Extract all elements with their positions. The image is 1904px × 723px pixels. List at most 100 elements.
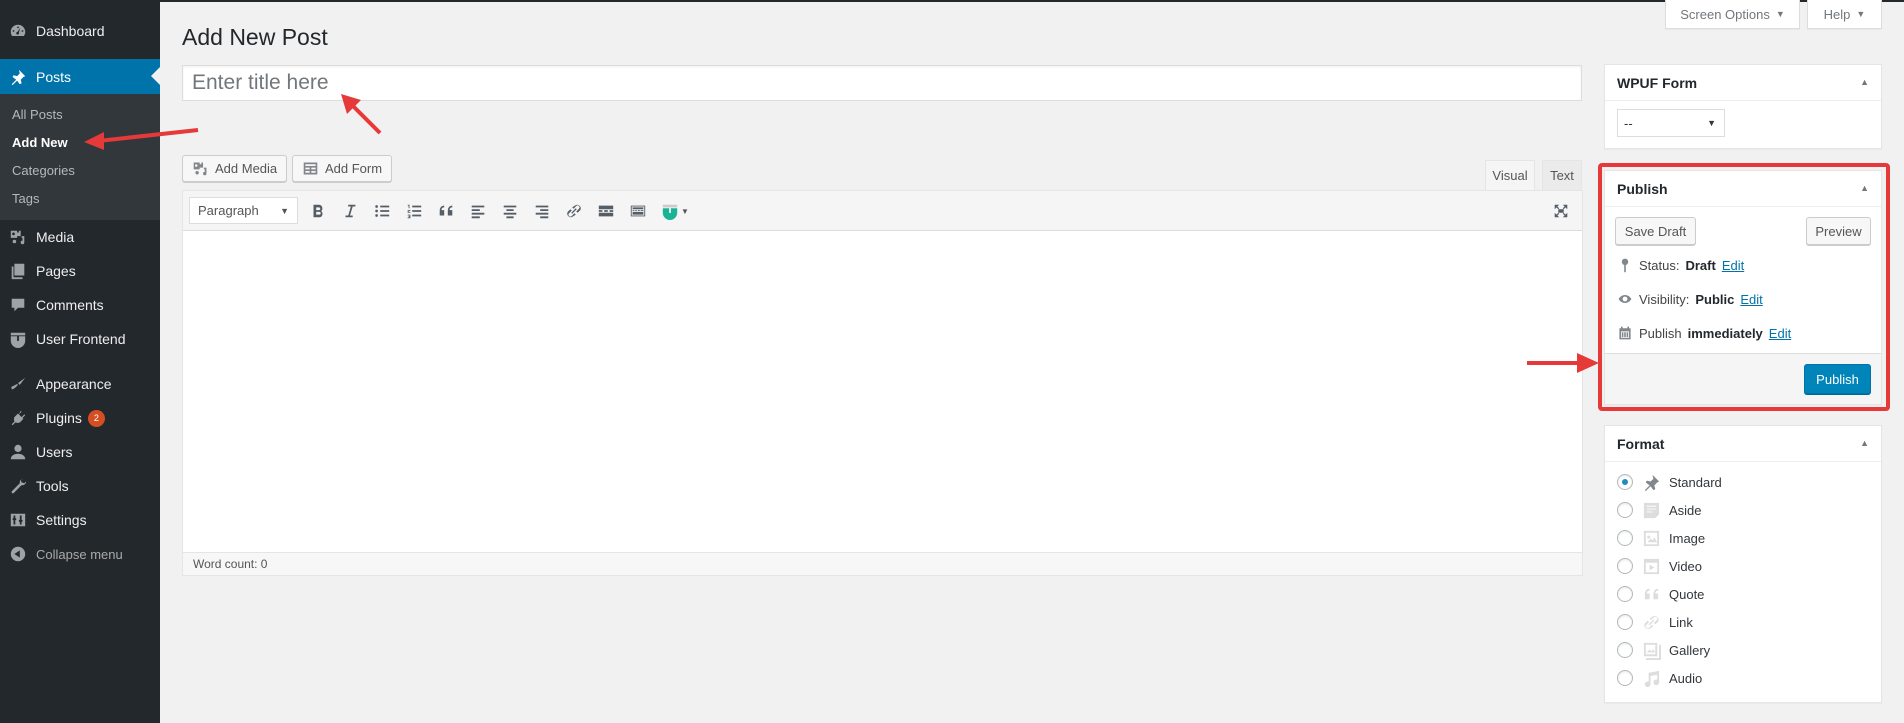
edit-status-link[interactable]: Edit [1722, 258, 1744, 273]
format-option-label: Image [1669, 530, 1706, 546]
radio-gallery[interactable] [1617, 642, 1633, 658]
radio-standard[interactable] [1617, 474, 1633, 490]
align-left-button[interactable] [465, 199, 491, 223]
radio-audio[interactable] [1617, 670, 1633, 686]
tab-visual[interactable]: Visual [1485, 160, 1535, 190]
add-media-button[interactable]: Add Media [182, 155, 288, 182]
submenu-add-new[interactable]: Add New [12, 135, 68, 150]
submenu-tags[interactable]: Tags [12, 191, 39, 206]
post-title-input[interactable] [182, 65, 1582, 101]
sidebar-item-label: Tools [36, 478, 69, 494]
format-option-aside[interactable]: Aside [1617, 500, 1702, 520]
format-option-label: Audio [1669, 670, 1703, 686]
radio-aside[interactable] [1617, 502, 1633, 518]
collapse-menu-button[interactable]: Collapse menu [0, 537, 160, 571]
publish-time-value: immediately [1687, 325, 1763, 341]
pin-icon [0, 68, 36, 86]
editor-content-area[interactable] [183, 231, 1582, 553]
format-option-standard[interactable]: Standard [1617, 472, 1722, 492]
wpuf-form-box-header[interactable]: WPUF Form ▲ [1605, 65, 1881, 101]
fullscreen-button[interactable] [1548, 199, 1574, 223]
sidebar-item-dashboard[interactable]: Dashboard [0, 14, 160, 48]
sidebar-item-settings[interactable]: Settings [0, 503, 160, 537]
collapse-toggle-icon[interactable]: ▲ [1860, 183, 1869, 193]
preview-button[interactable]: Preview [1806, 217, 1871, 245]
align-center-button[interactable] [497, 199, 523, 223]
editor-statusbar: Word count: 0 [183, 552, 1582, 575]
numbered-list-icon [407, 204, 422, 219]
link-icon [567, 204, 581, 218]
submenu-categories[interactable]: Categories [12, 163, 75, 178]
sidebar-item-tools[interactable]: Tools [0, 469, 160, 503]
pages-icon [0, 262, 36, 280]
bulleted-list-icon [375, 205, 390, 217]
radio-video[interactable] [1617, 558, 1633, 574]
sidebar-item-comments[interactable]: Comments [0, 288, 160, 322]
format-box-title: Format [1617, 435, 1665, 452]
read-more-icon [598, 205, 614, 217]
align-right-button[interactable] [529, 199, 555, 223]
format-option-audio[interactable]: Audio [1617, 668, 1702, 688]
video-icon [1641, 556, 1661, 576]
edit-publish-time-link[interactable]: Edit [1769, 326, 1791, 341]
radio-image[interactable] [1617, 530, 1633, 546]
sidebar-item-label: Appearance [36, 376, 112, 392]
bold-icon [313, 204, 323, 218]
bold-button[interactable] [305, 199, 331, 223]
read-more-button[interactable] [593, 199, 619, 223]
caret-down-icon: ▼ [280, 205, 289, 216]
toolbar-toggle-button[interactable] [625, 199, 651, 223]
collapse-toggle-icon[interactable]: ▲ [1860, 77, 1869, 87]
sidebar-item-user-frontend[interactable]: User Frontend [0, 322, 160, 356]
block-format-select[interactable]: Paragraph ▼ [189, 197, 298, 224]
wpuf-form-select[interactable]: -- ▼ [1617, 109, 1725, 137]
sidebar-item-users[interactable]: Users [0, 435, 160, 469]
publish-button[interactable]: Publish [1804, 364, 1871, 394]
format-box: Format ▲ Standard Aside Image Video Quot… [1604, 425, 1882, 703]
pin-icon [1621, 258, 1629, 273]
tab-text[interactable]: Text [1542, 160, 1582, 190]
add-form-button[interactable]: Add Form [292, 155, 393, 182]
status-value: Draft [1685, 257, 1716, 273]
format-box-header[interactable]: Format ▲ [1605, 426, 1881, 462]
help-button[interactable]: Help ▼ [1807, 0, 1882, 29]
format-option-label: Standard [1669, 474, 1722, 490]
dashboard-icon [0, 22, 36, 40]
bulleted-list-button[interactable] [369, 199, 395, 223]
save-draft-button[interactable]: Save Draft [1615, 217, 1696, 245]
blockquote-button[interactable] [433, 199, 459, 223]
submenu-all-posts[interactable]: All Posts [12, 107, 63, 122]
format-option-quote[interactable]: Quote [1617, 584, 1704, 604]
help-label: Help [1823, 6, 1851, 22]
sidebar-item-posts[interactable]: Posts [0, 59, 160, 95]
format-option-label: Quote [1669, 586, 1705, 602]
insert-link-button[interactable] [561, 199, 587, 223]
radio-quote[interactable] [1617, 586, 1633, 602]
sidebar-item-pages[interactable]: Pages [0, 254, 160, 288]
radio-link[interactable] [1617, 614, 1633, 630]
plugin-icon [0, 409, 36, 427]
wpuf-form-select-value: -- [1624, 115, 1633, 131]
post-editor: Paragraph ▼ ▼ Word count: 0 [182, 190, 1583, 576]
publish-box-header[interactable]: Publish ▲ [1605, 171, 1881, 207]
edit-visibility-link[interactable]: Edit [1740, 292, 1762, 307]
sidebar-item-media[interactable]: Media [0, 220, 160, 254]
format-option-video[interactable]: Video [1617, 556, 1702, 576]
collapse-toggle-icon[interactable]: ▲ [1860, 438, 1869, 448]
format-option-label: Gallery [1669, 642, 1711, 658]
pin-icon [1641, 472, 1661, 492]
sidebar-item-label: Posts [36, 69, 72, 85]
screen-options-button[interactable]: Screen Options ▼ [1665, 0, 1800, 29]
sidebar-item-plugins[interactable]: Plugins 2 [0, 401, 160, 435]
format-option-link[interactable]: Link [1617, 612, 1693, 632]
audio-icon [1641, 668, 1661, 688]
italic-button[interactable] [337, 199, 363, 223]
wpuf-shortcode-button[interactable]: ▼ [657, 199, 693, 223]
format-option-gallery[interactable]: Gallery [1617, 640, 1710, 660]
numbered-list-button[interactable] [401, 199, 427, 223]
visibility-label: Visibility: [1639, 291, 1690, 307]
screen-options-label: Screen Options [1680, 6, 1770, 22]
post-status-row: Status: Draft Edit [1617, 257, 1744, 273]
format-option-image[interactable]: Image [1617, 528, 1705, 548]
sidebar-item-appearance[interactable]: Appearance [0, 367, 160, 401]
